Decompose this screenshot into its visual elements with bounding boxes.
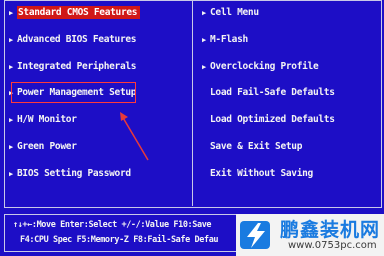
- watermark-title: 鹏鑫装机网: [280, 219, 381, 241]
- help-line-2: F4:CPU Spec F5:Memory-Z F8:Fail-Safe Def…: [20, 235, 219, 245]
- watermark-url: www.0753pc.com: [288, 240, 377, 251]
- lightning-bolt-logo: [240, 221, 270, 249]
- watermark: 鹏鑫装机网 www.0753pc.com: [236, 214, 384, 256]
- help-line-1: ↑↓+←:Move Enter:Select +/-/:Value F10:Sa…: [13, 220, 212, 230]
